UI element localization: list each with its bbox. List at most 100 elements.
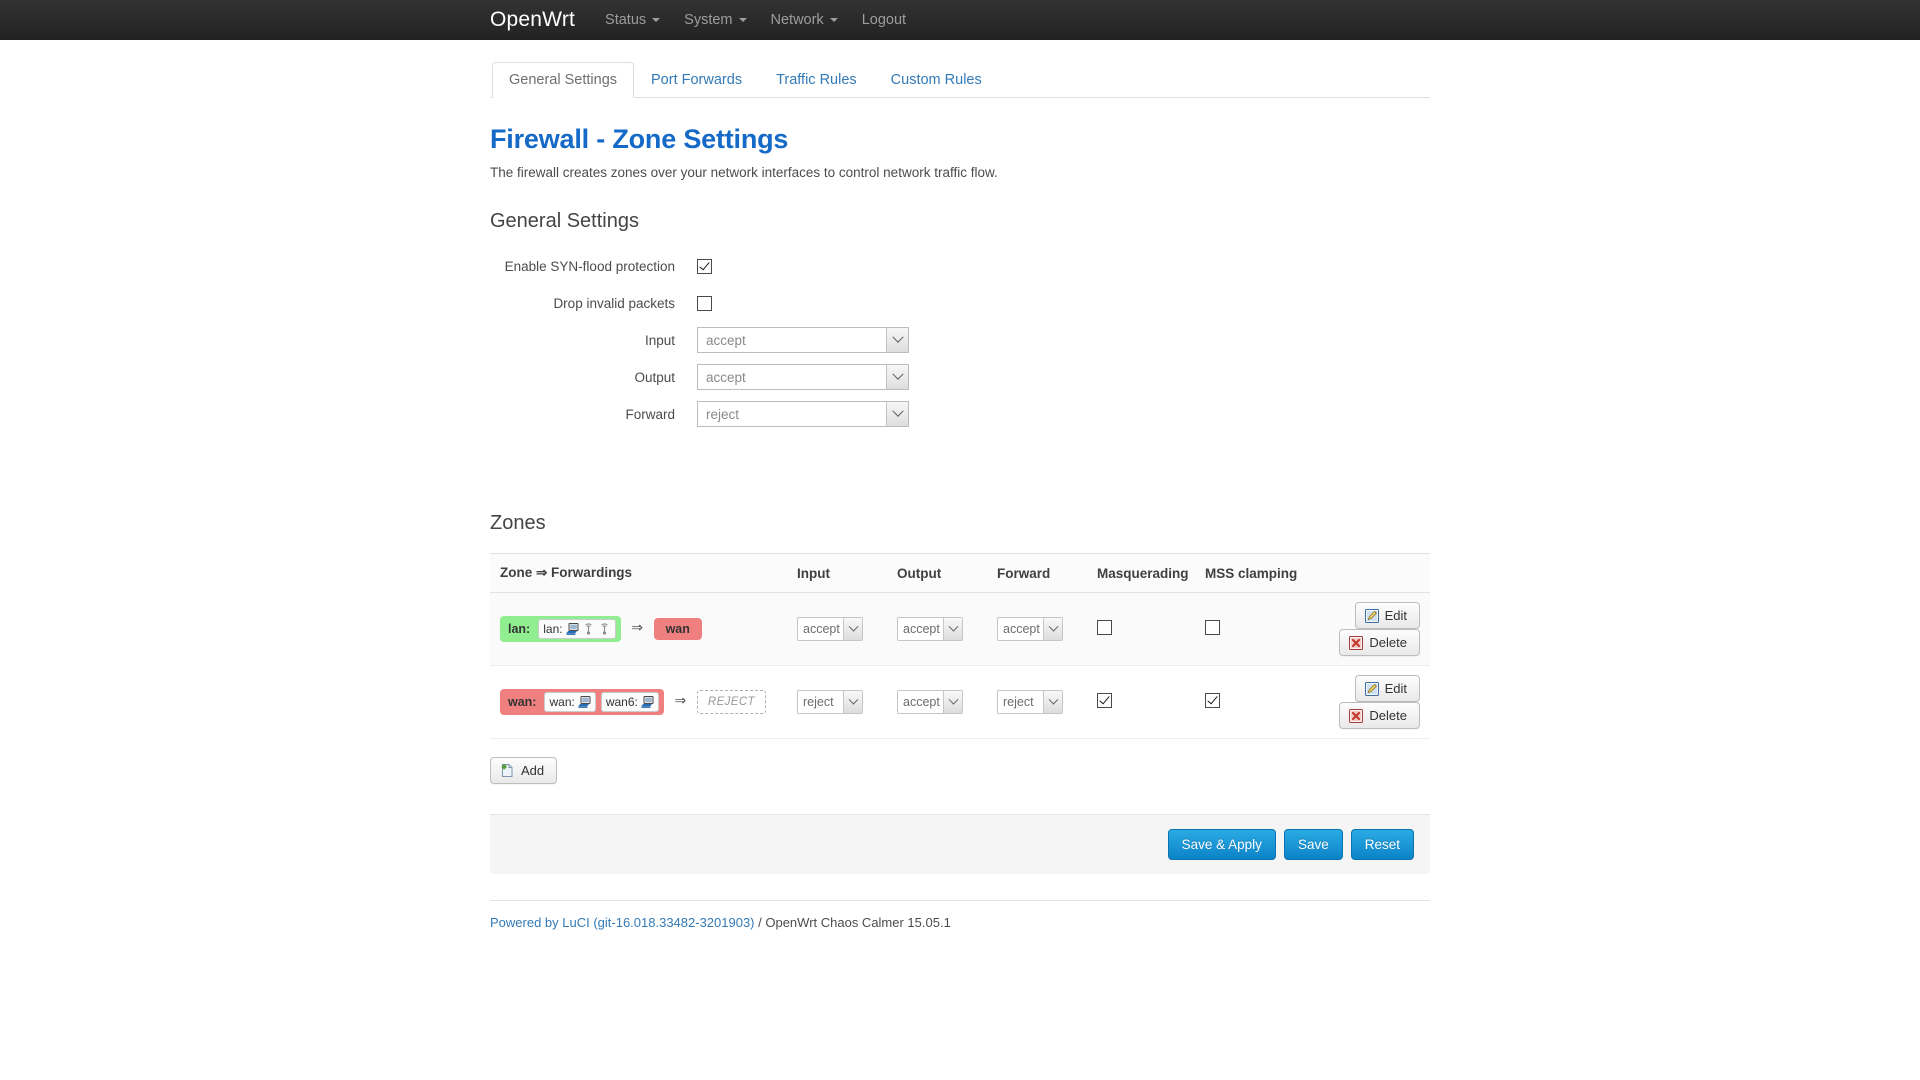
zone-actions-cell: Edit Delete xyxy=(1321,665,1430,739)
mss-clamping-checkbox[interactable] xyxy=(1205,620,1220,635)
interface-label: wan: xyxy=(549,695,575,709)
button-label: Delete xyxy=(1369,708,1407,723)
zone-input-cell: reject xyxy=(791,665,891,739)
field-row-output: Output accept xyxy=(490,364,1430,390)
nav-item-status[interactable]: Status xyxy=(605,0,661,40)
zone-masquerading-cell xyxy=(1091,592,1199,666)
field-row-forward: Forward reject xyxy=(490,401,1430,427)
edit-button[interactable]: Edit xyxy=(1354,602,1420,629)
nav-item-label: Network xyxy=(770,12,824,28)
pencil-icon xyxy=(1364,608,1379,623)
zone-output-select[interactable]: accept xyxy=(897,690,963,714)
page-description: The firewall creates zones over your net… xyxy=(490,165,998,180)
button-label: Edit xyxy=(1384,608,1407,623)
zone-destination-badge-wan[interactable]: wan xyxy=(653,618,702,640)
select-value: reject xyxy=(706,406,740,422)
zone-forward-select[interactable]: accept xyxy=(997,617,1063,641)
button-label: Add xyxy=(521,763,545,778)
zone-forwardings-cell: lan: lan: ⇒ wan xyxy=(490,592,791,666)
tab-port-forwards[interactable]: Port Forwards xyxy=(634,62,759,98)
form-action-bar: Save & Apply Save Reset xyxy=(490,814,1430,874)
chevron-down-icon xyxy=(886,402,908,426)
chevron-down-icon xyxy=(829,18,838,22)
forward-policy-select[interactable]: reject xyxy=(697,401,909,427)
output-policy-select[interactable]: accept xyxy=(697,364,909,390)
masquerading-checkbox[interactable] xyxy=(1097,693,1112,708)
tab-custom-rules[interactable]: Custom Rules xyxy=(874,62,999,98)
delete-button[interactable]: Delete xyxy=(1339,629,1420,656)
table-row: lan: lan: ⇒ wan accept accept accept Edi… xyxy=(490,592,1430,666)
add-zone-button[interactable]: Add xyxy=(490,757,558,784)
zone-destination-reject[interactable]: REJECT xyxy=(696,690,766,715)
nav-item-network[interactable]: Network xyxy=(771,0,838,40)
zone-name-label: wan: xyxy=(508,695,537,709)
wifi-icon xyxy=(598,623,611,635)
page-title: Firewall - Zone Settings xyxy=(490,124,789,154)
ethernet-icon xyxy=(565,623,579,635)
chevron-down-icon xyxy=(886,365,908,389)
select-value: accept xyxy=(803,622,840,636)
zone-forward-cell: reject xyxy=(991,665,1091,739)
field-label: Forward xyxy=(625,406,675,422)
interface-badge-wan[interactable]: wan: xyxy=(544,692,596,712)
zone-input-select[interactable]: reject xyxy=(797,690,863,714)
select-value: accept xyxy=(1003,622,1040,636)
zone-input-select[interactable]: accept xyxy=(797,617,863,641)
field-label: Input xyxy=(644,332,675,348)
column-header-output: Output xyxy=(891,553,991,593)
nav-item-logout[interactable]: Logout xyxy=(862,0,906,40)
field-row-syn-flood: Enable SYN-flood protection xyxy=(490,253,1430,279)
field-label: Output xyxy=(634,369,675,385)
masquerading-checkbox[interactable] xyxy=(1097,620,1112,635)
page-footer: Powered by LuCI (git-16.018.33482-320190… xyxy=(490,900,1430,930)
tab-bar: General Settings Port Forwards Traffic R… xyxy=(490,61,1430,98)
mss-clamping-checkbox[interactable] xyxy=(1205,693,1220,708)
tab-general-settings[interactable]: General Settings xyxy=(492,61,635,98)
reset-button[interactable]: Reset xyxy=(1350,829,1414,860)
nav-item-system[interactable]: System xyxy=(684,0,747,40)
save-and-apply-button[interactable]: Save & Apply xyxy=(1167,829,1276,860)
zone-badge-wan[interactable]: wan: wan: wan6: xyxy=(500,689,664,715)
field-row-drop-invalid: Drop invalid packets xyxy=(490,290,1430,316)
input-policy-select[interactable]: accept xyxy=(697,327,909,353)
nav-item-label: Status xyxy=(605,12,647,28)
luci-version-link[interactable]: Powered by LuCI (git-16.018.33482-320190… xyxy=(490,915,755,930)
chevron-down-icon xyxy=(652,18,661,22)
openwrt-version-text: / OpenWrt Chaos Calmer 15.05.1 xyxy=(754,915,951,930)
delete-button[interactable]: Delete xyxy=(1339,702,1420,729)
zone-output-cell: accept xyxy=(891,665,991,739)
select-value: accept xyxy=(903,622,940,636)
column-header-forward: Forward xyxy=(991,553,1091,593)
zone-name-label: lan: xyxy=(508,622,531,636)
field-label: Enable SYN-flood protection xyxy=(504,258,675,274)
interface-label: wan6: xyxy=(605,695,638,709)
column-header-actions xyxy=(1321,553,1430,593)
delete-x-icon xyxy=(1349,708,1364,723)
interface-badge-lan[interactable]: lan: xyxy=(538,619,616,639)
zone-badge-lan[interactable]: lan: lan: xyxy=(500,616,621,642)
save-button[interactable]: Save xyxy=(1283,829,1343,860)
zone-mss-clamping-cell xyxy=(1199,592,1321,666)
field-row-input: Input accept xyxy=(490,327,1430,353)
forward-arrow-icon: ⇒ xyxy=(631,619,643,636)
zones-heading: Zones xyxy=(490,512,546,534)
zones-table-head: Zone ⇒ Forwardings Input Output Forward … xyxy=(490,553,1430,593)
edit-button[interactable]: Edit xyxy=(1354,675,1420,702)
general-settings-form: Enable SYN-flood protection Drop invalid… xyxy=(490,253,1430,427)
ethernet-icon xyxy=(640,696,654,708)
zone-forward-select[interactable]: reject xyxy=(997,690,1063,714)
interface-label: lan: xyxy=(543,622,563,636)
drop-invalid-packets-checkbox[interactable] xyxy=(697,295,712,311)
add-page-icon xyxy=(500,763,515,778)
zone-output-select[interactable]: accept xyxy=(897,617,963,641)
interface-badge-wan6[interactable]: wan6: xyxy=(600,692,659,712)
button-label: Edit xyxy=(1384,681,1407,696)
chevron-down-icon xyxy=(943,691,962,713)
zone-forwardings-cell: wan: wan: wan6: ⇒ REJECT xyxy=(490,665,791,739)
column-header-input: Input xyxy=(791,553,891,593)
tab-traffic-rules[interactable]: Traffic Rules xyxy=(759,62,874,98)
button-label: Delete xyxy=(1369,635,1407,650)
syn-flood-protection-checkbox[interactable] xyxy=(697,258,712,274)
pencil-icon xyxy=(1364,681,1379,696)
brand-logo[interactable]: OpenWrt xyxy=(490,0,575,40)
